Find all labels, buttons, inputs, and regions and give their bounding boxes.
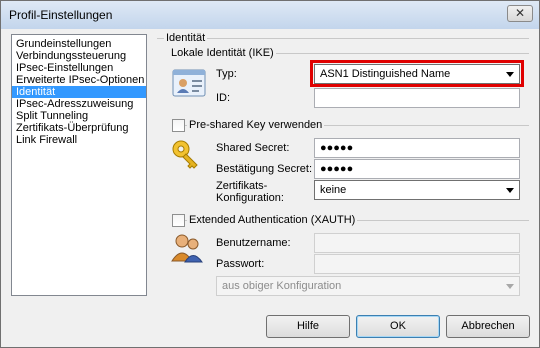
username-label: Benutzername: bbox=[216, 237, 291, 249]
id-input[interactable] bbox=[314, 88, 520, 108]
ok-button[interactable]: OK bbox=[356, 315, 440, 338]
nav-item-verbindungssteuerung[interactable]: Verbindungssteuerung bbox=[12, 50, 146, 62]
group-divider bbox=[157, 38, 529, 39]
cert-config-select-value: keine bbox=[320, 184, 347, 196]
confirm-secret-label: Bestätigung Secret: bbox=[216, 163, 313, 175]
nav-item-grundeinstellungen[interactable]: Grundeinstellungen bbox=[12, 38, 146, 50]
credentials-source-value: aus obiger Konfiguration bbox=[222, 280, 342, 292]
title-bar: Profil-Einstellungen ✕ bbox=[1, 1, 539, 29]
username-input[interactable] bbox=[314, 233, 520, 253]
id-card-icon bbox=[172, 69, 206, 97]
password-input[interactable] bbox=[314, 254, 520, 274]
ike-section-title: Lokale Identität (IKE) bbox=[169, 47, 276, 59]
settings-nav-list[interactable]: Grundeinstellungen Verbindungssteuerung … bbox=[11, 34, 147, 296]
dialog-window: Profil-Einstellungen ✕ Grundeinstellunge… bbox=[0, 0, 540, 348]
cert-config-select[interactable]: keine bbox=[314, 180, 520, 200]
typ-highlight-box bbox=[310, 60, 524, 87]
psk-checkbox[interactable] bbox=[172, 119, 185, 132]
xauth-checkbox-label[interactable]: Extended Authentication (XAUTH) bbox=[187, 214, 358, 226]
cert-config-label-line2: Konfiguration: bbox=[216, 192, 284, 204]
chevron-down-icon bbox=[506, 284, 514, 289]
close-icon: ✕ bbox=[514, 6, 526, 20]
shared-secret-label: Shared Secret: bbox=[216, 142, 290, 154]
password-label: Passwort: bbox=[216, 258, 265, 270]
nav-item-identitaet[interactable]: Identität bbox=[12, 86, 146, 98]
nav-item-ipsec-adresszuweisung[interactable]: IPsec-Adresszuweisung bbox=[12, 98, 146, 110]
shared-secret-value: ●●●●● bbox=[320, 142, 354, 154]
credentials-source-select[interactable]: aus obiger Konfiguration bbox=[216, 276, 520, 296]
confirm-secret-value: ●●●●● bbox=[320, 163, 354, 175]
chevron-down-icon bbox=[506, 188, 514, 193]
nav-item-link-firewall[interactable]: Link Firewall bbox=[12, 134, 146, 146]
nav-item-split-tunneling[interactable]: Split Tunneling bbox=[12, 110, 146, 122]
nav-item-erweiterte-ipsec-optionen[interactable]: Erweiterte IPsec-Optionen bbox=[12, 74, 146, 86]
group-title-identitaet: Identität bbox=[164, 32, 208, 44]
xauth-checkbox[interactable] bbox=[172, 214, 185, 227]
close-button[interactable]: ✕ bbox=[507, 5, 533, 22]
help-button[interactable]: Hilfe bbox=[266, 315, 350, 338]
typ-label: Typ: bbox=[216, 68, 237, 80]
psk-checkbox-label[interactable]: Pre-shared Key verwenden bbox=[187, 119, 325, 131]
id-label: ID: bbox=[216, 92, 231, 104]
nav-item-ipsec-einstellungen[interactable]: IPsec-Einstellungen bbox=[12, 62, 146, 74]
nav-item-zertifikats-ueberpruefung[interactable]: Zertifikats-Überprüfung bbox=[12, 122, 146, 134]
shared-secret-input[interactable]: ●●●●● bbox=[314, 138, 520, 158]
cancel-button[interactable]: Abbrechen bbox=[446, 315, 530, 338]
window-title: Profil-Einstellungen bbox=[9, 8, 113, 22]
cert-config-label-line1: Zertifikats- bbox=[216, 180, 268, 192]
key-icon bbox=[172, 140, 198, 169]
confirm-secret-input[interactable]: ●●●●● bbox=[314, 159, 520, 179]
users-icon bbox=[171, 234, 203, 263]
